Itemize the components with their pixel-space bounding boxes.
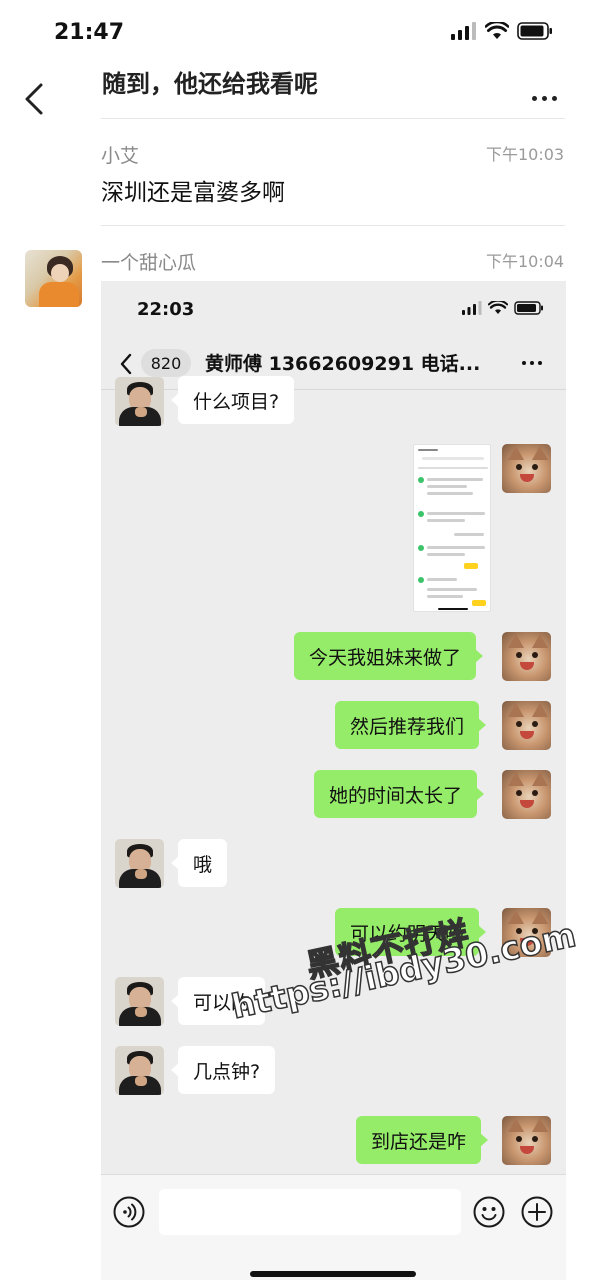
message-divider xyxy=(101,225,565,226)
unread-count-badge: 820 xyxy=(141,349,191,377)
avatar xyxy=(502,444,551,493)
signal-icon xyxy=(462,301,482,315)
screenshot-status-time: 22:03 xyxy=(137,299,195,320)
status-time: 21:47 xyxy=(54,20,125,45)
page-title: 随到，他还给我看呢 xyxy=(102,70,318,98)
chat-bubble-out: 她的时间太长了 xyxy=(314,770,485,818)
screenshot-message-input xyxy=(159,1189,461,1235)
chat-bubble-out: 到店还是咋 xyxy=(356,1116,489,1164)
more-icon[interactable] xyxy=(532,96,557,101)
chat-bubble-in: 什么项目? xyxy=(170,376,295,424)
status-icons xyxy=(451,22,553,40)
screenshot-status-icons xyxy=(462,301,544,315)
avatar xyxy=(115,839,164,888)
more-icon xyxy=(522,361,542,365)
chat-bubble-out: 然后推荐我们 xyxy=(335,701,487,749)
avatar xyxy=(502,1116,551,1165)
message-sender: 小艾 xyxy=(101,145,140,167)
battery-icon xyxy=(517,22,552,40)
avatar xyxy=(115,377,164,426)
screenshot-header-divider xyxy=(101,389,566,390)
image-message-thumbnail xyxy=(413,444,491,612)
message-sender: 一个甜心瓜 xyxy=(101,252,197,274)
shared-screenshot-image[interactable]: 22:03 820 黄师傅 13662609291 电话... 什么项目? 今天… xyxy=(101,281,566,1280)
message-time: 下午10:03 xyxy=(486,145,565,164)
back-chevron-icon xyxy=(120,353,132,375)
avatar xyxy=(502,770,551,819)
plus-icon xyxy=(521,1196,553,1228)
message-time: 下午10:04 xyxy=(486,252,565,271)
avatar xyxy=(502,632,551,681)
avatar[interactable] xyxy=(25,250,82,307)
chat-bubble-in: 几点钟? xyxy=(170,1046,276,1094)
wifi-icon xyxy=(485,22,509,39)
back-chevron-icon[interactable] xyxy=(22,82,46,116)
message-text[interactable]: 深圳还是富婆多啊 xyxy=(101,173,285,207)
avatar xyxy=(115,1046,164,1095)
chat-bubble-out: 今天我姐妹来做了 xyxy=(294,632,484,680)
avatar xyxy=(115,977,164,1026)
screenshot-chat-title: 黄师傅 13662609291 电话... xyxy=(205,353,481,375)
battery-icon xyxy=(514,301,543,315)
chat-bubble-in: 哦 xyxy=(170,839,228,887)
voice-icon xyxy=(113,1196,145,1228)
wifi-icon xyxy=(488,301,508,314)
header-divider xyxy=(101,118,565,119)
emoji-icon xyxy=(473,1196,505,1228)
signal-icon xyxy=(451,22,476,40)
avatar xyxy=(502,701,551,750)
home-indicator xyxy=(250,1271,416,1277)
